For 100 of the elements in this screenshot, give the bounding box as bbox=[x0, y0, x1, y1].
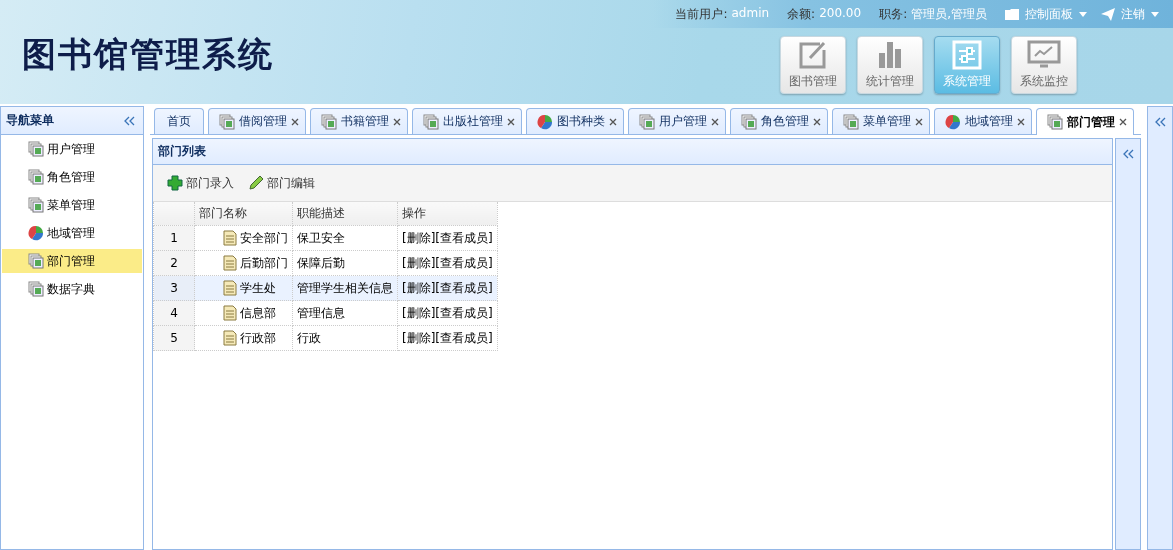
column-header[interactable]: 操作 bbox=[397, 202, 498, 226]
tab[interactable]: 角色管理 bbox=[730, 108, 828, 134]
row-number: 2 bbox=[153, 250, 195, 276]
column-header[interactable]: 部门名称 bbox=[194, 202, 293, 226]
nav-item[interactable]: 部门管理 bbox=[2, 249, 142, 273]
action-links[interactable]: [删除][查看成员] bbox=[397, 275, 498, 301]
panel-title: 导航菜单 bbox=[6, 112, 54, 129]
table-cell: 行政 bbox=[292, 325, 398, 351]
toolbar-button[interactable]: 部门录入 bbox=[163, 172, 238, 194]
user-label: 当前用户: bbox=[675, 5, 728, 23]
close-icon[interactable] bbox=[393, 117, 401, 126]
pencil-icon bbox=[248, 175, 264, 191]
balance-label: 余额: bbox=[787, 5, 816, 23]
folder-icon bbox=[1005, 8, 1019, 20]
pages-icon bbox=[1047, 114, 1063, 130]
tab[interactable]: 首页 bbox=[154, 108, 204, 134]
nav-item[interactable]: 角色管理 bbox=[2, 165, 142, 189]
tab[interactable]: 菜单管理 bbox=[832, 108, 930, 134]
document-icon bbox=[223, 280, 237, 296]
collapse-icon[interactable] bbox=[1122, 149, 1134, 159]
close-icon[interactable] bbox=[813, 117, 821, 126]
pages-icon bbox=[843, 113, 859, 130]
role-label: 职务: bbox=[879, 5, 908, 23]
user-value: admin bbox=[731, 5, 770, 22]
pages-icon bbox=[28, 197, 44, 213]
edit-icon bbox=[798, 40, 828, 70]
role-value: 管理员,管理员 bbox=[911, 5, 987, 23]
pages-icon bbox=[28, 169, 44, 185]
table-row[interactable]: 2 后勤部门 保障后勤 [删除][查看成员] bbox=[153, 250, 498, 276]
toolbar-button[interactable]: 部门编辑 bbox=[244, 172, 319, 194]
tab[interactable]: 图书种类 bbox=[526, 108, 624, 134]
action-links[interactable]: [删除][查看成员] bbox=[397, 325, 498, 351]
pages-icon bbox=[639, 113, 655, 130]
table-cell: 学生处 bbox=[240, 279, 276, 297]
nav-item[interactable]: 数据字典 bbox=[2, 277, 142, 301]
table-row[interactable]: 5 行政部 行政 [删除][查看成员] bbox=[153, 325, 498, 351]
table-cell: 行政部 bbox=[240, 329, 276, 347]
caret-icon bbox=[1151, 11, 1159, 17]
table-row[interactable]: 4 信息部 管理信息 [删除][查看成员] bbox=[153, 300, 498, 326]
module-button[interactable]: 图书管理 bbox=[780, 36, 846, 94]
tab[interactable]: 部门管理 bbox=[1036, 108, 1134, 135]
pie-chart-icon bbox=[945, 113, 961, 130]
table-row[interactable]: 3 学生处 管理学生相关信息 [删除][查看成员] bbox=[153, 275, 498, 301]
nav-item[interactable]: 用户管理 bbox=[2, 137, 142, 161]
row-number: 1 bbox=[153, 225, 195, 251]
pages-icon bbox=[741, 113, 757, 130]
document-icon bbox=[223, 305, 237, 321]
panel-title: 部门列表 bbox=[158, 143, 206, 160]
row-number: 3 bbox=[153, 275, 195, 301]
row-number: 5 bbox=[153, 325, 195, 351]
document-icon bbox=[223, 255, 237, 271]
column-header[interactable]: 职能描述 bbox=[292, 202, 398, 226]
pages-icon bbox=[321, 113, 337, 130]
row-number: 4 bbox=[153, 300, 195, 326]
tab[interactable]: 借阅管理 bbox=[208, 108, 306, 134]
pie-chart-icon bbox=[28, 225, 44, 241]
table-cell: 后勤部门 bbox=[240, 254, 288, 272]
table-cell: 保卫安全 bbox=[292, 225, 398, 251]
plus-icon bbox=[167, 175, 183, 191]
app-logo-title: 图书馆管理系统 bbox=[22, 33, 274, 76]
monitor-icon bbox=[1027, 40, 1061, 70]
paper-plane-icon bbox=[1101, 7, 1115, 21]
pages-icon bbox=[219, 113, 235, 130]
pages-icon bbox=[28, 281, 44, 297]
table-cell: 安全部门 bbox=[240, 229, 288, 247]
pages-icon bbox=[423, 113, 439, 130]
pie-chart-icon bbox=[537, 113, 553, 130]
tab[interactable]: 地域管理 bbox=[934, 108, 1032, 134]
collapse-icon[interactable] bbox=[1154, 117, 1166, 127]
nav-item[interactable]: 地域管理 bbox=[2, 221, 142, 245]
pages-icon bbox=[28, 141, 44, 157]
action-links[interactable]: [删除][查看成员] bbox=[397, 225, 498, 251]
close-icon[interactable] bbox=[507, 117, 515, 126]
close-icon[interactable] bbox=[915, 117, 923, 126]
tab[interactable]: 出版社管理 bbox=[412, 108, 522, 134]
table-row[interactable]: 1 安全部门 保卫安全 [删除][查看成员] bbox=[153, 225, 498, 251]
module-button[interactable]: 系统监控 bbox=[1011, 36, 1077, 94]
document-icon bbox=[223, 330, 237, 346]
tab[interactable]: 用户管理 bbox=[628, 108, 726, 134]
close-icon[interactable] bbox=[711, 117, 719, 126]
balance-value: 200.00 bbox=[819, 5, 862, 22]
pages-icon bbox=[28, 253, 44, 269]
close-icon[interactable] bbox=[1017, 117, 1025, 126]
sliders-icon bbox=[952, 40, 982, 70]
table-cell: 管理学生相关信息 bbox=[292, 275, 398, 301]
table-cell: 管理信息 bbox=[292, 300, 398, 326]
tab[interactable]: 书籍管理 bbox=[310, 108, 408, 134]
close-icon[interactable] bbox=[291, 117, 299, 126]
table-cell: 保障后勤 bbox=[292, 250, 398, 276]
caret-icon bbox=[1079, 11, 1087, 17]
action-links[interactable]: [删除][查看成员] bbox=[397, 300, 498, 326]
nav-item[interactable]: 菜单管理 bbox=[2, 193, 142, 217]
table-cell: 信息部 bbox=[240, 304, 276, 322]
action-links[interactable]: [删除][查看成员] bbox=[397, 250, 498, 276]
close-icon[interactable] bbox=[609, 117, 617, 126]
module-button[interactable]: 统计管理 bbox=[857, 36, 923, 94]
collapse-icon[interactable] bbox=[123, 115, 135, 126]
close-icon[interactable] bbox=[1119, 118, 1127, 126]
document-icon bbox=[223, 230, 237, 246]
table-header-cell bbox=[153, 202, 195, 226]
